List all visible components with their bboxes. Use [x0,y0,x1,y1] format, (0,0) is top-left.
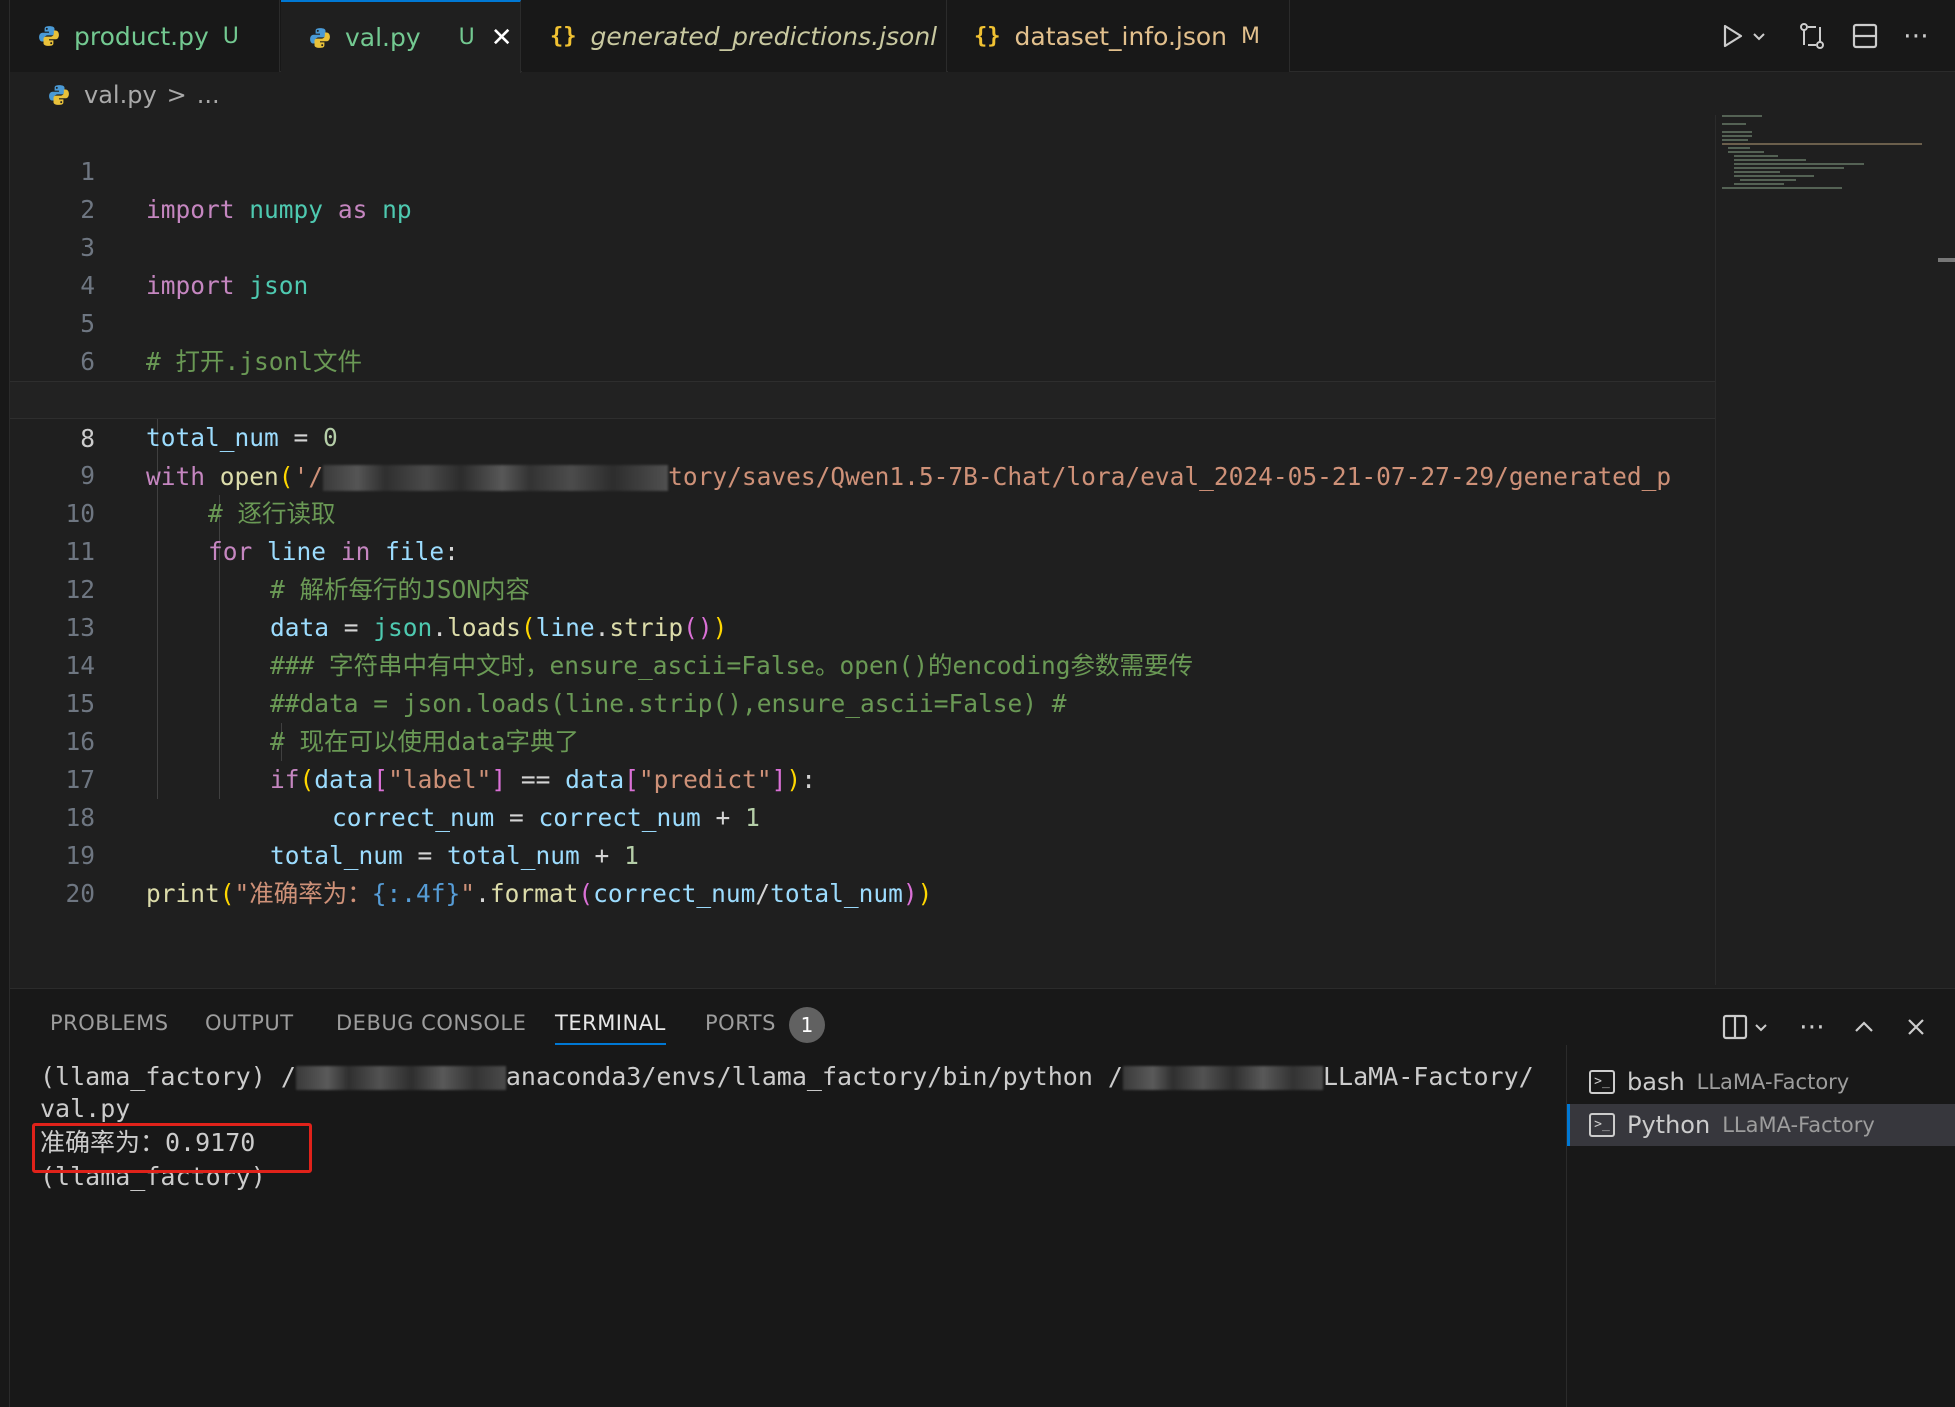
terminal-list: >_ bash LLaMA-Factory >_ Python LLaMA-Fa… [1566,1045,1955,1407]
code-line: 13 ### 字符串中有中文时，ensure_ascii=False。open(… [10,571,1715,680]
close-panel-icon[interactable] [1896,1007,1936,1047]
close-tab-icon[interactable]: ✕ [491,23,513,53]
code-line: 20 [10,837,1715,908]
json-file-icon: {} [974,23,1001,49]
code-line: 9 # 逐行读取 [10,419,1715,528]
ports-count-badge: 1 [789,1007,825,1043]
maximize-panel-icon[interactable] [1844,1007,1884,1047]
code-line: 6 correct_num = 0 [10,305,1715,414]
code-line: 3 import json [10,191,1715,300]
compare-changes-icon[interactable] [1792,16,1832,56]
python-file-icon [310,27,330,48]
tab-label: generated_predictions.jsonl [590,21,938,51]
editor-tab-bar: product.py U val.py U ✕ {} generated_pre… [0,0,1955,73]
chevron-down-icon[interactable] [1746,1007,1776,1047]
code-line: 16 if(data["label"] == data["predict"]): [10,685,1715,794]
tab-label: val.py [345,23,421,52]
modified-badge: M [1241,23,1261,49]
chevron-down-icon[interactable] [1744,16,1774,56]
untracked-badge: U [222,23,239,49]
code-line: 4 [10,229,1715,300]
breadcrumb-symbols[interactable]: ... [197,81,220,109]
terminal-item-bash[interactable]: >_ bash LLaMA-Factory [1567,1061,1955,1103]
terminal-icon: >_ [1589,1070,1615,1094]
minimap[interactable] [1715,115,1937,985]
code-line: 18 total_num = total_num + 1 [10,761,1715,870]
tab-dataset-info[interactable]: {} dataset_info.json M [948,0,1290,72]
line-number: 20 [65,879,95,908]
code-line: 2 [10,153,1715,224]
more-actions-icon[interactable]: ⋯ [1792,1007,1832,1047]
code-line: 19 print("准确率为：{:.4f}".format(correct_nu… [10,799,1715,908]
current-code-line: 8 with open('/tory/saves/Qwen1.5-7B-Chat… [10,381,1715,491]
activity-bar-edge [0,0,10,1407]
breadcrumb: val.py > ... [48,78,220,112]
code-line: 12 data = json.loads(line.strip()) [10,533,1715,642]
scrollbar-thumb[interactable] [1938,258,1955,262]
redacted-path [295,1066,506,1090]
terminal-icon: >_ [1589,1113,1615,1137]
code-line: 7 total_num = 0 [10,343,1715,452]
terminal-line: (llama_factory) / anaconda3/envs/llama_fa… [40,1062,1534,1091]
json-file-icon: {} [550,23,577,49]
code-line: 5 # 打开.jsonl文件 [10,267,1715,376]
terminal-item-python[interactable]: >_ Python LLaMA-Factory [1567,1104,1955,1146]
python-file-icon [39,26,59,46]
code-line: 14 ##data = json.loads(line.strip(),ensu… [10,609,1715,718]
tab-label: dataset_info.json [1014,21,1228,51]
tab-label: product.py [74,21,209,51]
untracked-badge: U [458,25,475,50]
tab-output[interactable]: OUTPUT [205,1011,294,1035]
tab-terminal[interactable]: TERMINAL [555,1011,666,1045]
code-editor[interactable]: 1 import numpy as np 2 3 import json 4 5… [10,115,1715,985]
code-line: 17 correct_num = correct_num + 1 [10,723,1715,832]
more-actions-icon[interactable]: ⋯ [1896,16,1936,56]
split-editor-icon[interactable] [1845,16,1885,56]
tab-debug-console[interactable]: DEBUG CONSOLE [336,1011,526,1035]
python-file-icon [49,85,69,105]
code-line: 15 # 现在可以使用data字典了 [10,647,1715,756]
highlight-box [32,1123,312,1173]
terminal-line: val.py [40,1094,131,1123]
redacted-path [1122,1066,1323,1090]
tab-product-py[interactable]: product.py U [10,0,280,72]
tab-problems[interactable]: PROBLEMS [50,1011,169,1035]
tab-ports[interactable]: PORTS [705,1011,776,1035]
code-line: 10 for line in file: [10,457,1715,566]
tab-generated-predictions[interactable]: {} generated_predictions.jsonl [522,0,947,72]
chevron-right-icon: > [166,81,187,109]
code-line: 11 # 解析每行的JSON内容 [10,495,1715,604]
tab-val-py[interactable]: val.py U ✕ [281,0,521,73]
code-line: 1 import numpy as np [10,115,1715,224]
breadcrumb-file[interactable]: val.py [84,81,157,109]
